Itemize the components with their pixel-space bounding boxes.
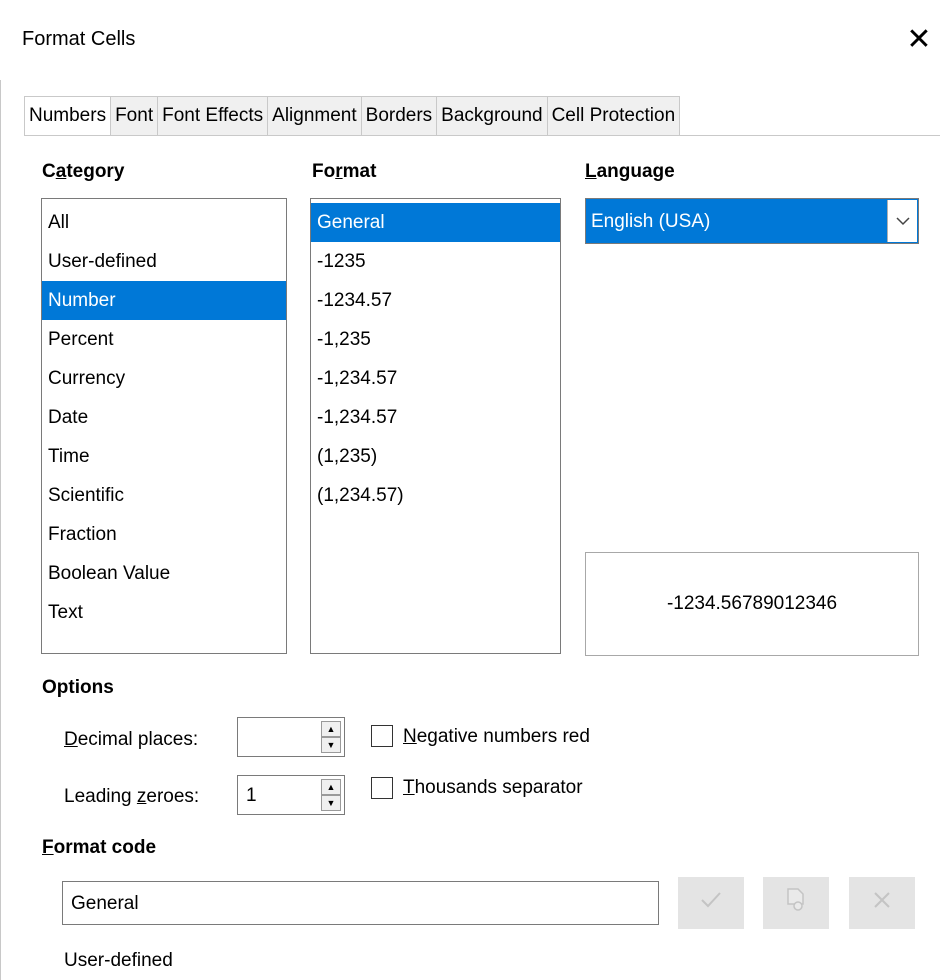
- format-header: Format: [312, 161, 377, 182]
- category-item-percent[interactable]: Percent: [42, 320, 286, 359]
- category-item-time[interactable]: Time: [42, 437, 286, 476]
- leading-zeroes-value[interactable]: 1: [246, 776, 257, 816]
- negative-red-checkbox[interactable]: [371, 725, 393, 747]
- tab-borders[interactable]: Borders: [360, 96, 437, 136]
- tab-alignment[interactable]: Alignment: [267, 96, 361, 136]
- category-item-user-defined[interactable]: User-defined: [42, 242, 286, 281]
- close-icon[interactable]: ✕: [904, 22, 934, 58]
- category-item-date[interactable]: Date: [42, 398, 286, 437]
- edit-comment-button[interactable]: [763, 877, 829, 929]
- category-listbox[interactable]: All User-defined Number Percent Currency…: [41, 198, 287, 654]
- format-item[interactable]: (1,234.57): [311, 476, 560, 515]
- options-header: Options: [42, 677, 114, 698]
- check-icon: [700, 891, 722, 915]
- title-bar: [0, 0, 940, 80]
- format-code-input[interactable]: General: [62, 881, 659, 925]
- category-item-currency[interactable]: Currency: [42, 359, 286, 398]
- format-code-value[interactable]: General: [71, 882, 139, 926]
- category-item-number[interactable]: Number: [42, 281, 286, 320]
- decimal-places-spinner[interactable]: ▲ ▼: [237, 717, 345, 757]
- tab-strip: Numbers Font Font Effects Alignment Bord…: [24, 96, 681, 136]
- category-item-all[interactable]: All: [42, 203, 286, 242]
- format-item-general[interactable]: General: [311, 203, 560, 242]
- spin-up-icon[interactable]: ▲: [321, 721, 341, 737]
- format-listbox[interactable]: General -1235 -1234.57 -1,235 -1,234.57 …: [310, 198, 561, 654]
- add-format-button[interactable]: [678, 877, 744, 929]
- format-code-description: User-defined: [64, 950, 173, 971]
- language-dropdown[interactable]: English (USA): [585, 198, 919, 244]
- language-header: Language: [585, 161, 675, 182]
- format-item[interactable]: -1235: [311, 242, 560, 281]
- spin-up-icon[interactable]: ▲: [321, 779, 341, 795]
- spin-down-icon[interactable]: ▼: [321, 795, 341, 811]
- dialog-title: Format Cells: [22, 28, 136, 50]
- format-item[interactable]: -1,234.57: [311, 359, 560, 398]
- format-item[interactable]: -1,234.57: [311, 398, 560, 437]
- leading-zeroes-spinner[interactable]: 1 ▲ ▼: [237, 775, 345, 815]
- language-value: English (USA): [591, 211, 711, 232]
- category-item-fraction[interactable]: Fraction: [42, 515, 286, 554]
- thousands-separator-label: Thousands separator: [403, 777, 583, 798]
- tab-background[interactable]: Background: [436, 96, 547, 136]
- spin-down-icon[interactable]: ▼: [321, 737, 341, 753]
- delete-format-button[interactable]: [849, 877, 915, 929]
- thousands-separator-checkbox[interactable]: [371, 777, 393, 799]
- format-item[interactable]: (1,235): [311, 437, 560, 476]
- category-header: Category: [42, 161, 125, 182]
- edit-comment-icon: [785, 888, 807, 918]
- preview-value: -1234.56789012346: [666, 593, 838, 614]
- decimal-places-label: Decimal places:: [64, 729, 199, 750]
- format-code-header: Format code: [42, 837, 157, 858]
- category-item-scientific[interactable]: Scientific: [42, 476, 286, 515]
- format-item[interactable]: -1234.57: [311, 281, 560, 320]
- chevron-down-icon[interactable]: [887, 200, 917, 242]
- format-item[interactable]: -1,235: [311, 320, 560, 359]
- format-preview: -1234.56789012346: [585, 552, 919, 656]
- category-item-text[interactable]: Text: [42, 593, 286, 632]
- tab-font[interactable]: Font: [110, 96, 158, 136]
- leading-zeroes-label: Leading zeroes:: [64, 786, 200, 807]
- negative-red-label: Negative numbers red: [403, 726, 590, 747]
- category-item-boolean-value[interactable]: Boolean Value: [42, 554, 286, 593]
- delete-icon: [872, 890, 892, 916]
- window-border: [0, 80, 1, 980]
- tab-underline: [24, 135, 940, 136]
- tab-font-effects[interactable]: Font Effects: [157, 96, 268, 136]
- tab-numbers[interactable]: Numbers: [24, 96, 111, 136]
- tab-cell-protection[interactable]: Cell Protection: [546, 96, 681, 136]
